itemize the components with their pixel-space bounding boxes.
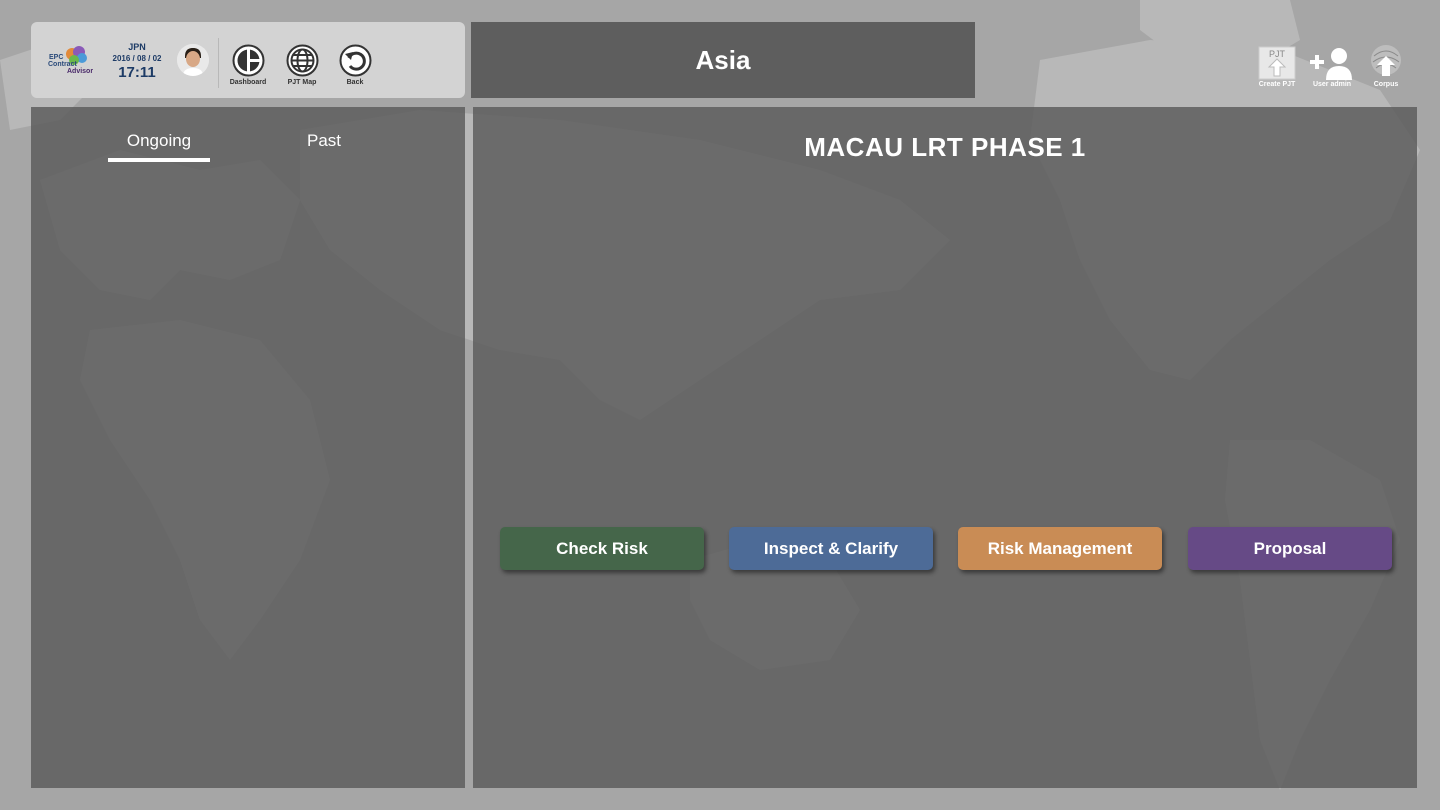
check-risk-button[interactable]: Check Risk: [500, 527, 704, 570]
globe-icon: [286, 44, 318, 77]
region-title: Asia: [471, 22, 975, 98]
project-title: MACAU LRT PHASE 1: [804, 132, 1086, 162]
clock: JPN 2016 / 08 / 02 17:11: [107, 42, 167, 81]
corpus-upload-icon: [1371, 45, 1401, 76]
active-tab-indicator: [108, 158, 210, 162]
user-photo-icon: [177, 44, 209, 76]
dashboard-label: Dashboard: [229, 79, 267, 86]
current-time: 17:11: [118, 64, 156, 81]
inspect-clarify-button[interactable]: Inspect & Clarify: [729, 527, 933, 570]
dashboard-icon: [232, 44, 264, 77]
create-project-label: Create PJT: [1258, 81, 1296, 88]
proposal-button[interactable]: Proposal: [1188, 527, 1392, 570]
project-list-panel: Ongoing Past: [31, 107, 465, 788]
header-bar: EPC Contract Advisor JPN 2016 / 08 / 02 …: [31, 22, 465, 98]
current-date: 2016 / 08 / 02: [112, 54, 162, 63]
country-code: JPN: [128, 42, 146, 52]
create-project-badge-text: PJT: [1269, 49, 1286, 59]
user-avatar[interactable]: [177, 44, 209, 76]
pjt-map-label: PJT Map: [287, 79, 317, 86]
corpus-button[interactable]: Corpus: [1358, 42, 1414, 88]
pjt-map-button[interactable]: PJT Map: [277, 44, 327, 87]
logo-line-1: EPC: [49, 54, 64, 61]
app-logo: EPC Contract Advisor: [45, 46, 95, 78]
back-label: Back: [346, 79, 364, 86]
add-user-icon: [1310, 48, 1352, 80]
logo-line-2: Contract: [48, 61, 77, 68]
tab-ongoing[interactable]: Ongoing: [108, 131, 210, 151]
tab-past[interactable]: Past: [289, 131, 359, 151]
project-detail-panel: MACAU LRT PHASE 1 Check Risk Inspect & C…: [473, 107, 1417, 788]
risk-management-button[interactable]: Risk Management: [958, 527, 1162, 570]
header-divider: [218, 38, 219, 88]
back-button[interactable]: Back: [330, 44, 380, 87]
user-admin-label: User admin: [1312, 81, 1352, 88]
corpus-label: Corpus: [1373, 81, 1399, 88]
back-arrow-icon: [339, 44, 371, 77]
create-project-button[interactable]: PJT Create PJT: [1249, 42, 1305, 88]
create-project-icon: PJT: [1258, 46, 1296, 80]
dashboard-button[interactable]: Dashboard: [223, 44, 273, 87]
logo-line-3: Advisor: [67, 68, 94, 75]
user-admin-button[interactable]: User admin: [1304, 42, 1360, 88]
